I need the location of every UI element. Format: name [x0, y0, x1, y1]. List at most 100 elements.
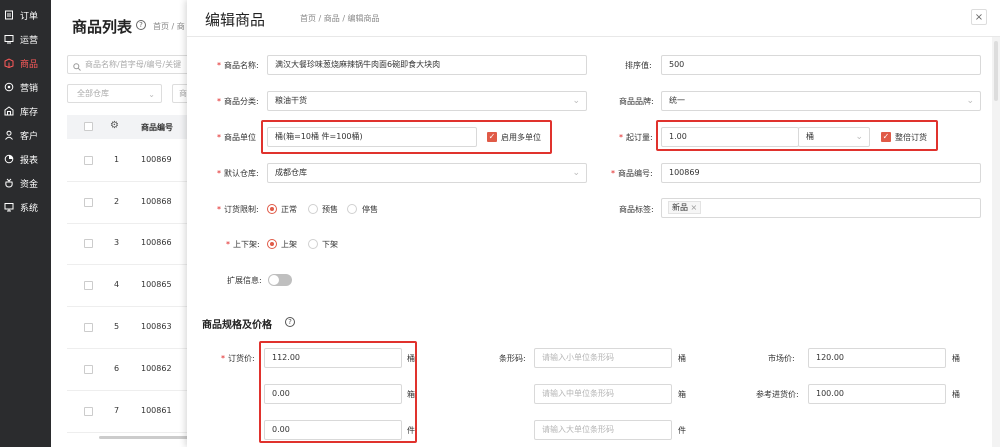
table-row[interactable]: 7 100861	[67, 392, 192, 433]
order-limit-option-label: 停售	[362, 205, 378, 214]
sidebar-item-system[interactable]: 系统	[0, 196, 51, 218]
search-icon	[73, 60, 81, 73]
market-price-unit: 桶	[952, 354, 960, 363]
sidebar-item-report[interactable]: 报表	[0, 148, 51, 170]
warehouse-value: 成都仓库	[275, 168, 307, 177]
order-limit-radio-normal[interactable]	[267, 204, 277, 214]
table-row[interactable]: 4 100865	[67, 266, 192, 307]
sidebar-item-marketing[interactable]: 营销	[0, 76, 51, 98]
table-row[interactable]: 6 100862	[67, 350, 192, 391]
tags-label: 商品标签:	[619, 205, 654, 214]
sidebar-item-customer[interactable]: 客户	[0, 124, 51, 146]
brand-value: 统一	[669, 96, 685, 105]
row-code: 100865	[141, 280, 172, 289]
row-index: 3	[114, 238, 120, 247]
market-price-input[interactable]: 120.00	[808, 348, 946, 368]
category-select[interactable]: 粮油干货 ⌄	[267, 91, 587, 111]
sidebar-item-label: 资金	[20, 179, 39, 190]
row-index: 2	[114, 197, 120, 206]
barcode-input-large[interactable]: 请输入大单位条形码	[534, 420, 672, 440]
header-divider	[187, 36, 1000, 37]
warehouse-filter-select[interactable]: 全部仓库 ⌄	[67, 84, 162, 103]
modal-breadcrumb: 首页 / 商品 / 编辑商品	[300, 14, 380, 23]
row-code: 100868	[141, 197, 172, 206]
table-row[interactable]: 3 100866	[67, 224, 192, 265]
row-checkbox[interactable]	[84, 365, 93, 374]
horizontal-scrollbar[interactable]	[99, 436, 199, 439]
table-row[interactable]: 1 100869	[67, 141, 192, 182]
customer-icon	[4, 130, 14, 140]
barcode-unit: 箱	[678, 390, 686, 399]
shelf-radio-off[interactable]	[308, 239, 318, 249]
select-all-checkbox[interactable]	[84, 122, 93, 131]
sidebar-item-label: 商品	[20, 59, 39, 70]
vertical-scrollbar[interactable]	[992, 37, 1000, 447]
barcode-label: 条形码:	[499, 354, 526, 363]
tag-close-icon[interactable]: ×	[691, 203, 698, 212]
sidebar-item-operation[interactable]: 运营	[0, 28, 51, 50]
sidebar-item-goods[interactable]: 商品	[0, 52, 51, 74]
highlight-box-order-price	[259, 341, 417, 443]
help-icon[interactable]: ?	[285, 317, 295, 327]
marketing-icon	[4, 82, 14, 92]
help-icon[interactable]: ?	[136, 20, 146, 30]
brand-select[interactable]: 统一 ⌄	[661, 91, 981, 111]
category-value: 粮油干货	[275, 96, 307, 105]
row-checkbox[interactable]	[84, 239, 93, 248]
close-icon[interactable]: ×	[971, 9, 987, 25]
system-icon	[4, 202, 14, 212]
row-checkbox[interactable]	[84, 323, 93, 332]
warehouse-select[interactable]: 成都仓库 ⌄	[267, 163, 587, 183]
row-index: 7	[114, 406, 120, 415]
row-checkbox[interactable]	[84, 281, 93, 290]
ref-cost-input[interactable]: 100.00	[808, 384, 946, 404]
modal-title: 编辑商品	[205, 11, 266, 29]
row-code: 100866	[141, 238, 172, 247]
tags-input[interactable]	[661, 198, 981, 218]
tag-chip[interactable]: 新品 ×	[668, 201, 702, 214]
order-limit-radio-stopped[interactable]	[347, 204, 357, 214]
barcode-input-small[interactable]: 请输入小单位条形码	[534, 348, 672, 368]
ref-cost-unit: 桶	[952, 390, 960, 399]
warehouse-filter-value: 全部仓库	[77, 89, 109, 98]
highlight-box-unit	[261, 120, 552, 154]
column-header-code: 商品编号	[141, 123, 173, 132]
sidebar-item-money[interactable]: 资金	[0, 172, 51, 194]
barcode-placeholder: 请输入中单位条形码	[542, 389, 614, 398]
row-checkbox[interactable]	[84, 407, 93, 416]
ext-info-label: 扩展信息:	[227, 276, 262, 285]
product-name-input[interactable]: 满汉大餐珍味葱烧麻辣锅牛肉面6碗即食大块肉	[267, 55, 587, 75]
sort-value-input[interactable]: 500	[661, 55, 981, 75]
shelf-option-label: 下架	[322, 240, 338, 249]
chevron-down-icon: ⌄	[148, 90, 155, 99]
warehouse-label: * 默认仓库:	[217, 169, 259, 178]
name-label: * 商品名称:	[217, 61, 259, 70]
scrollbar-thumb[interactable]	[994, 41, 998, 101]
sidebar: 订单 运营 商品 营销 库存 客户 报表 资金 系统	[0, 0, 51, 447]
row-index: 1	[114, 155, 120, 164]
table-row[interactable]: 5 100863	[67, 308, 192, 349]
row-checkbox[interactable]	[84, 156, 93, 165]
min-order-label: * 起订量:	[619, 133, 653, 142]
barcode-unit: 桶	[678, 354, 686, 363]
order-limit-radio-presale[interactable]	[308, 204, 318, 214]
barcode-input-medium[interactable]: 请输入中单位条形码	[534, 384, 672, 404]
order-price-label: * 订货价:	[221, 354, 255, 363]
barcode-placeholder: 请输入小单位条形码	[542, 353, 614, 362]
breadcrumb: 首页 / 商	[153, 22, 185, 31]
sidebar-item-label: 系统	[20, 203, 39, 214]
shelf-radio-on[interactable]	[267, 239, 277, 249]
ext-info-toggle[interactable]	[268, 274, 292, 286]
chevron-down-icon: ⌄	[966, 96, 974, 106]
search-input[interactable]: 商品名称/首字母/编号/关键	[67, 55, 197, 74]
row-checkbox[interactable]	[84, 198, 93, 207]
table-row[interactable]: 2 100868	[67, 183, 192, 224]
sidebar-item-warehouse[interactable]: 库存	[0, 100, 51, 122]
search-placeholder: 商品名称/首字母/编号/关键	[85, 60, 182, 69]
sidebar-item-order[interactable]: 订单	[0, 4, 51, 26]
product-code-input[interactable]: 100869	[661, 163, 981, 183]
table-header: ⚙ 商品编号	[67, 115, 192, 139]
row-code: 100862	[141, 364, 172, 373]
row-code: 100869	[141, 155, 172, 164]
gear-icon[interactable]: ⚙	[110, 120, 119, 131]
